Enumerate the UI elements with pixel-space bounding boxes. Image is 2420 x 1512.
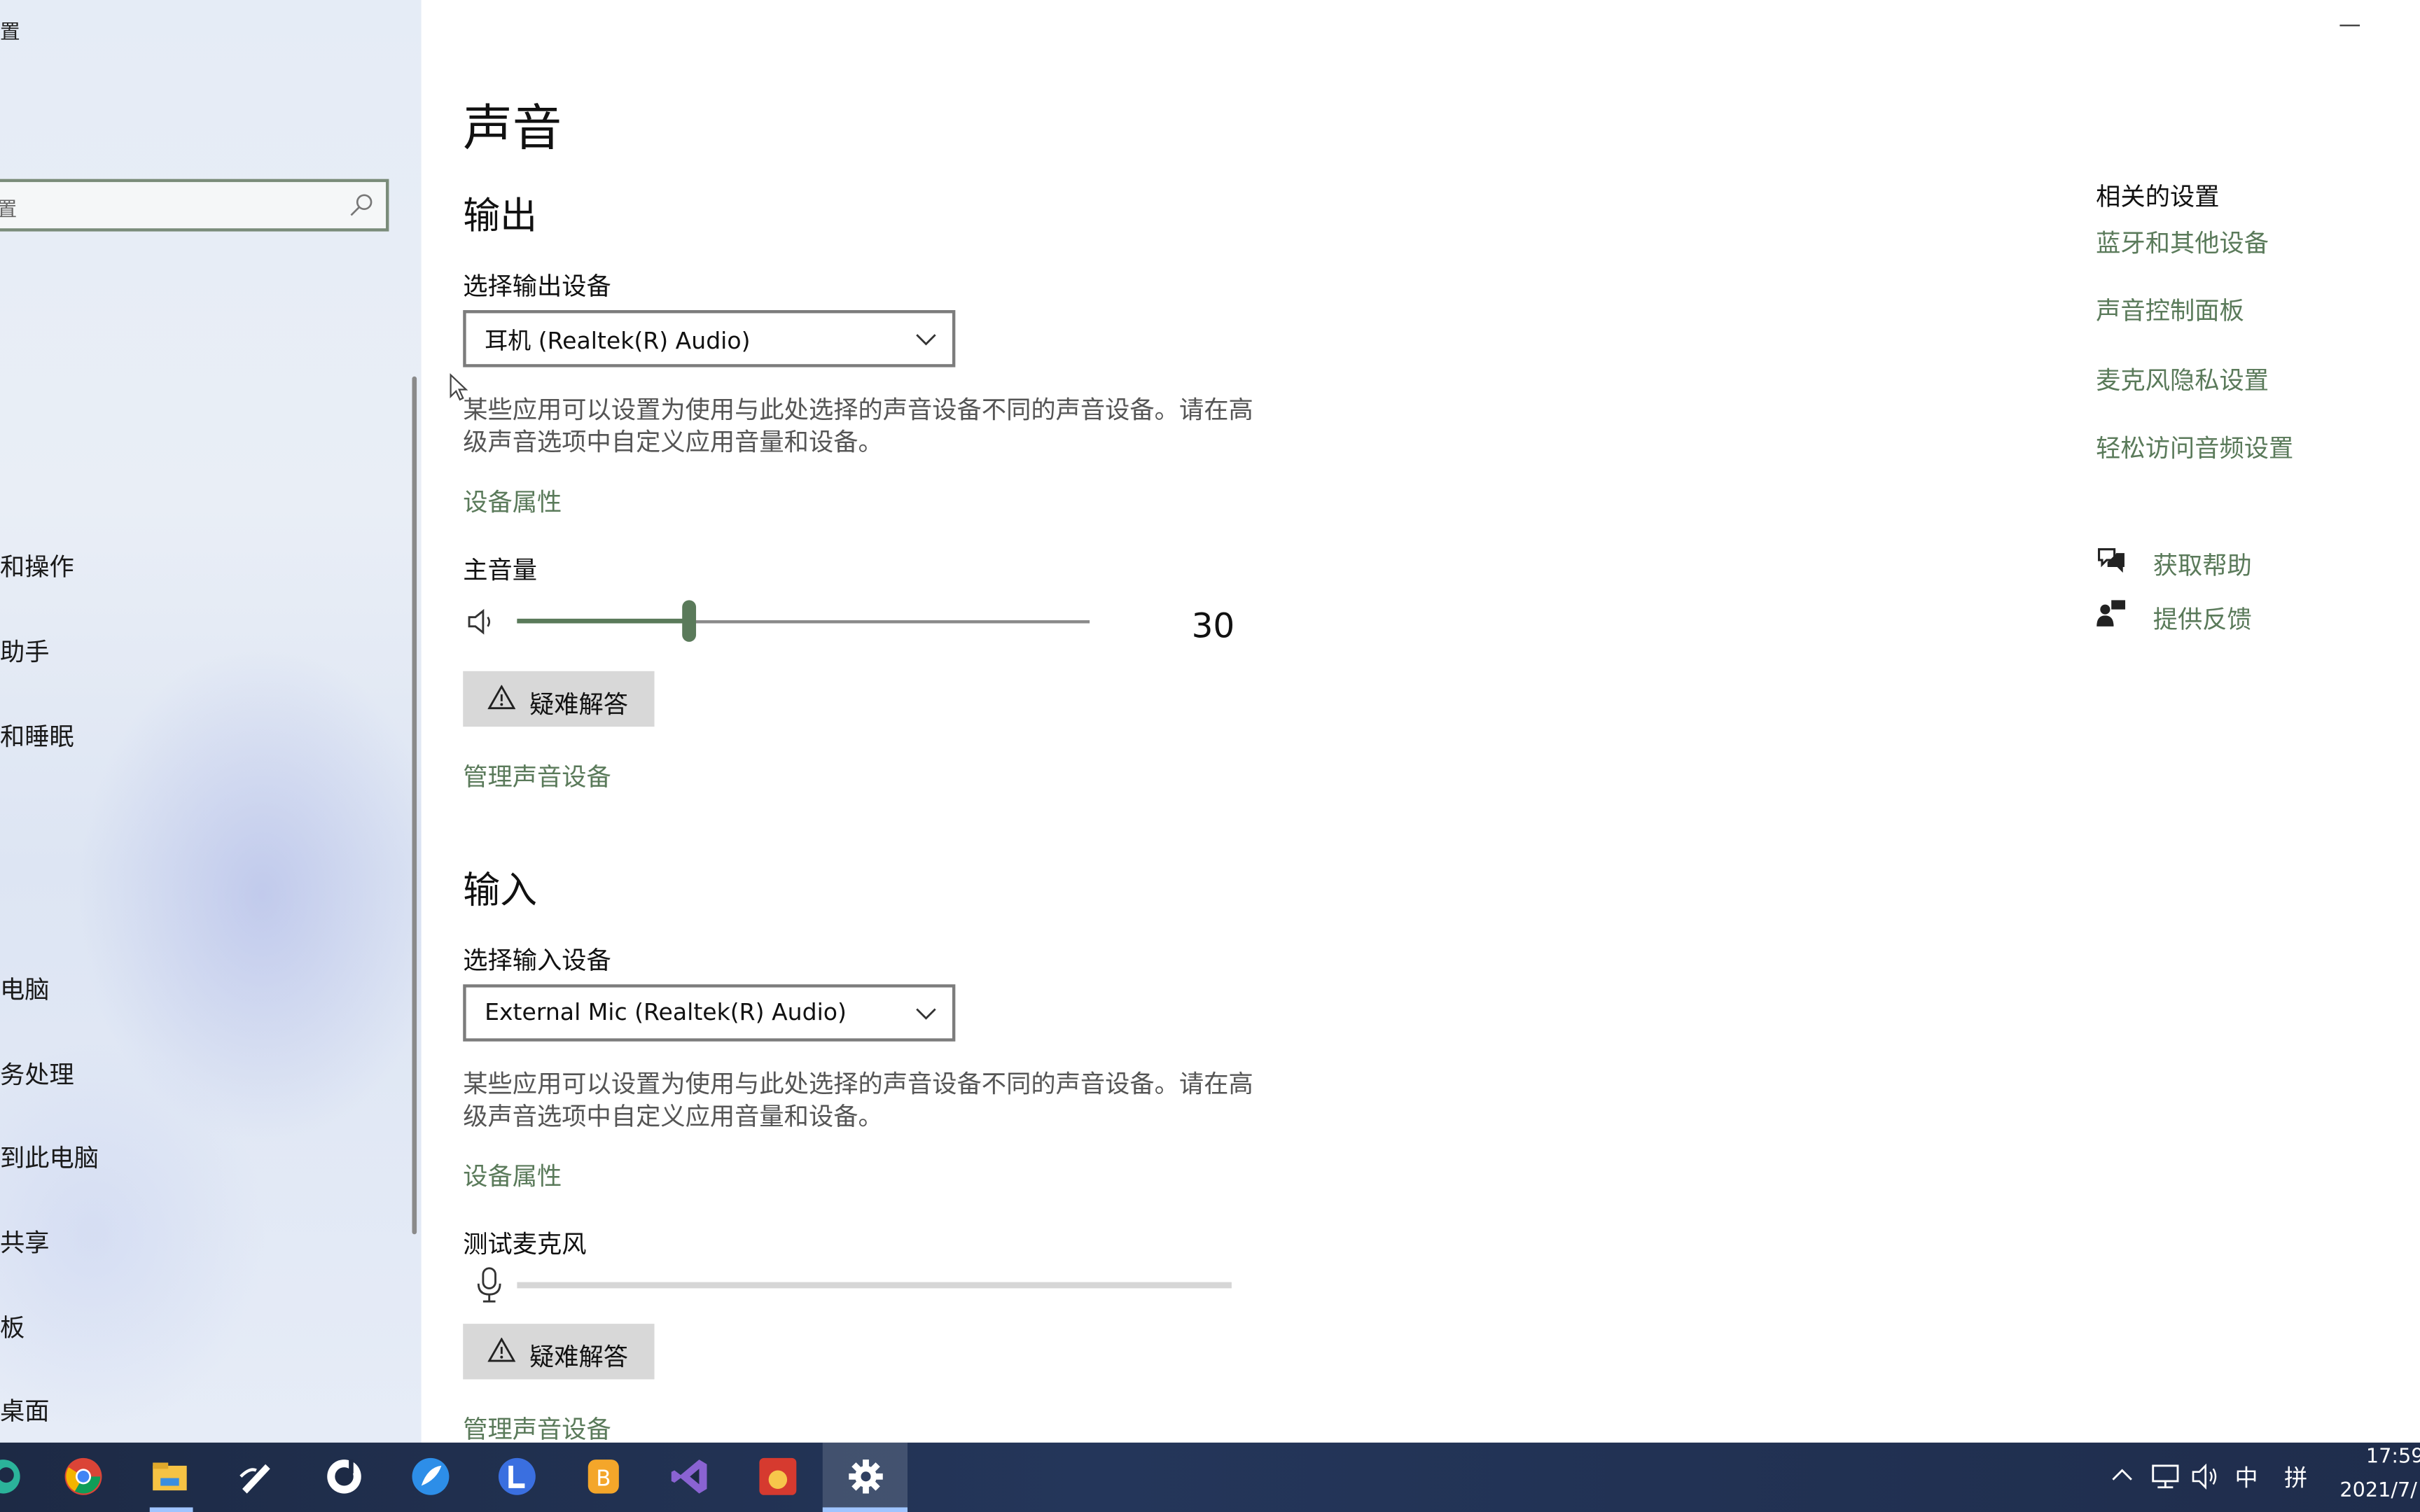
- volume-icon[interactable]: [2190, 1462, 2221, 1490]
- settings-nav-pane: 置 置 和操作 助手 和睡眠 电脑 务处理 到此电脑 共享 板 桌面: [0, 0, 422, 1443]
- page-title: 声音: [463, 99, 562, 158]
- output-troubleshoot-button[interactable]: 疑难解答: [463, 671, 655, 727]
- input-troubleshoot-button[interactable]: 疑难解答: [463, 1324, 655, 1380]
- get-help-label: 获取帮助: [2153, 550, 2252, 580]
- mouse-cursor-icon: [450, 373, 468, 401]
- speaker-icon[interactable]: [466, 606, 497, 637]
- output-device-dropdown[interactable]: 耳机 (Realtek(R) Audio): [463, 310, 956, 368]
- sidebar-item-clipboard[interactable]: 板: [0, 1307, 25, 1344]
- ime-mode-indicator[interactable]: 中: [2235, 1461, 2258, 1493]
- feedback-person-icon: [2096, 600, 2126, 626]
- chrome-icon[interactable]: [62, 1455, 105, 1498]
- sidebar-item-tablet[interactable]: 电脑: [0, 969, 50, 1006]
- sidebar-item-remote-desktop[interactable]: 桌面: [0, 1390, 50, 1427]
- sidebar-item-multitasking[interactable]: 务处理: [0, 1054, 74, 1091]
- sidebar-item-focus-assist[interactable]: 助手: [0, 631, 50, 668]
- output-description: 某些应用可以设置为使用与此处选择的声音设备不同的声音设备。请在高级声音选项中自定…: [463, 395, 1253, 457]
- edge-icon[interactable]: [0, 1455, 25, 1498]
- volume-value: 30: [1191, 608, 1235, 647]
- file-explorer-icon[interactable]: [148, 1455, 192, 1498]
- visual-studio-icon[interactable]: [668, 1455, 711, 1498]
- output-device-label: 选择输出设备: [463, 271, 611, 301]
- b-app-icon[interactable]: B: [582, 1455, 625, 1498]
- output-troubleshoot-label: 疑难解答: [529, 690, 629, 720]
- minimize-button[interactable]: [2339, 24, 2360, 27]
- input-device-dropdown[interactable]: External Mic (Realtek(R) Audio): [463, 984, 956, 1042]
- bluetooth-devices-link[interactable]: 蓝牙和其他设备: [2096, 222, 2269, 259]
- settings-running-indicator: [822, 1507, 908, 1512]
- input-description: 某些应用可以设置为使用与此处选择的声音设备不同的声音设备。请在高级声音选项中自定…: [463, 1069, 1253, 1131]
- input-manage-devices-link[interactable]: 管理声音设备: [463, 1408, 611, 1446]
- music-app-icon[interactable]: [323, 1455, 366, 1498]
- input-device-properties-link[interactable]: 设备属性: [463, 1156, 562, 1193]
- warning-icon: [487, 1337, 516, 1362]
- input-troubleshoot-label: 疑难解答: [529, 1342, 629, 1372]
- game-app-icon[interactable]: [756, 1455, 800, 1498]
- sidebar-item-power-sleep[interactable]: 和睡眠: [0, 716, 74, 753]
- chevron-down-icon: [916, 1008, 936, 1020]
- sidebar-item-shared-experiences[interactable]: 共享: [0, 1222, 50, 1259]
- output-device-value: 耳机 (Realtek(R) Audio): [485, 327, 751, 355]
- chat-help-icon: [2098, 548, 2125, 573]
- related-settings-heading: 相关的设置: [2096, 182, 2220, 211]
- sidebar-item-projecting[interactable]: 到此电脑: [0, 1137, 99, 1174]
- output-heading: 输出: [463, 194, 538, 238]
- sound-control-panel-link[interactable]: 声音控制面板: [2096, 290, 2244, 327]
- ease-of-access-audio-link[interactable]: 轻松访问音频设置: [2096, 428, 2293, 465]
- input-device-value: External Mic (Realtek(R) Audio): [485, 998, 847, 1026]
- chevron-down-icon: [916, 334, 936, 346]
- l-app-icon[interactable]: [496, 1455, 539, 1498]
- file-explorer-running-indicator: [149, 1507, 193, 1512]
- output-manage-devices-link[interactable]: 管理声音设备: [463, 756, 611, 793]
- chevron-up-icon[interactable]: [2111, 1467, 2133, 1483]
- screen: 置 置 和操作 助手 和睡眠 电脑 务处理 到此电脑 共享 板 桌面 声音 输出…: [0, 0, 2420, 1512]
- sidebar-scrollbar[interactable]: [412, 376, 417, 1235]
- master-volume-label: 主音量: [463, 555, 538, 585]
- volume-slider-thumb[interactable]: [682, 600, 697, 642]
- search-input[interactable]: 置: [0, 178, 389, 232]
- feather-app-icon[interactable]: [409, 1455, 452, 1498]
- output-device-properties-link[interactable]: 设备属性: [463, 482, 562, 519]
- network-icon[interactable]: [2150, 1462, 2181, 1490]
- volume-slider-fill: [517, 618, 689, 624]
- ime-layout-indicator[interactable]: 拼: [2284, 1461, 2307, 1493]
- microphone-icon: [477, 1267, 501, 1303]
- input-heading: 输入: [463, 868, 538, 912]
- pen-app-icon[interactable]: [235, 1455, 278, 1498]
- window-title: 置: [0, 21, 20, 45]
- content-pane: [421, 0, 2420, 1443]
- clock-date[interactable]: 2021/7/: [2339, 1480, 2416, 1503]
- search-placeholder: 置: [0, 193, 17, 222]
- search-icon: [350, 194, 373, 216]
- sidebar-item-notifications[interactable]: 和操作: [0, 546, 74, 583]
- test-microphone-label: 测试麦克风: [463, 1229, 587, 1259]
- svg-text:B: B: [596, 1466, 611, 1492]
- give-feedback-label: 提供反馈: [2153, 605, 2252, 634]
- input-device-label: 选择输入设备: [463, 946, 611, 975]
- microphone-privacy-link[interactable]: 麦克风隐私设置: [2096, 360, 2269, 397]
- taskbar: B 中 拼 17:59 2021/7/: [0, 1442, 2420, 1512]
- clock-time[interactable]: 17:59: [2366, 1446, 2420, 1469]
- warning-icon: [487, 685, 516, 710]
- settings-icon[interactable]: [844, 1455, 888, 1498]
- microphone-level-meter: [517, 1282, 1232, 1289]
